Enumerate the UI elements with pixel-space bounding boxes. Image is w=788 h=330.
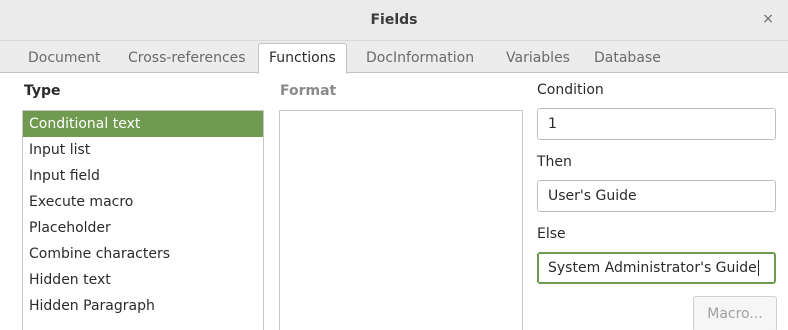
text-caret — [757, 260, 759, 276]
else-label: Else — [537, 226, 566, 242]
condition-input[interactable]: 1 — [537, 108, 776, 140]
then-label: Then — [537, 154, 572, 170]
format-listbox[interactable] — [279, 110, 523, 330]
tab-variables[interactable]: Variables — [506, 50, 570, 66]
condition-label: Condition — [537, 82, 604, 98]
type-item-hidden-text[interactable]: Hidden text — [23, 267, 263, 293]
type-item-execute-macro[interactable]: Execute macro — [23, 189, 263, 215]
type-item-combine-characters[interactable]: Combine characters — [23, 241, 263, 267]
macro-button[interactable]: Macro... — [693, 296, 777, 330]
dialog-titlebar: Fields × — [0, 0, 788, 41]
functions-page: Type Format Conditional text Input list … — [0, 74, 788, 330]
then-input[interactable]: User's Guide — [537, 180, 776, 212]
close-icon[interactable]: × — [762, 11, 774, 27]
tab-document[interactable]: Document — [28, 50, 101, 66]
tab-database[interactable]: Database — [594, 50, 661, 66]
type-item-hidden-paragraph[interactable]: Hidden Paragraph — [23, 293, 263, 319]
dialog-title: Fields — [370, 12, 418, 28]
format-header: Format — [280, 83, 337, 99]
type-header: Type — [24, 83, 61, 99]
type-item-input-list[interactable]: Input list — [23, 137, 263, 163]
tab-cross-references[interactable]: Cross-references — [128, 50, 246, 66]
tab-docinformation[interactable]: DocInformation — [366, 50, 474, 66]
type-item-conditional-text[interactable]: Conditional text — [23, 111, 263, 137]
tab-bar: Document Cross-references Functions DocI… — [0, 41, 788, 74]
type-listbox[interactable]: Conditional text Input list Input field … — [22, 110, 264, 330]
type-item-placeholder[interactable]: Placeholder — [23, 215, 263, 241]
else-input-text: System Administrator's Guide — [548, 260, 757, 276]
else-input[interactable]: System Administrator's Guide — [537, 252, 776, 284]
type-item-input-field[interactable]: Input field — [23, 163, 263, 189]
tab-functions[interactable]: Functions — [258, 43, 347, 74]
